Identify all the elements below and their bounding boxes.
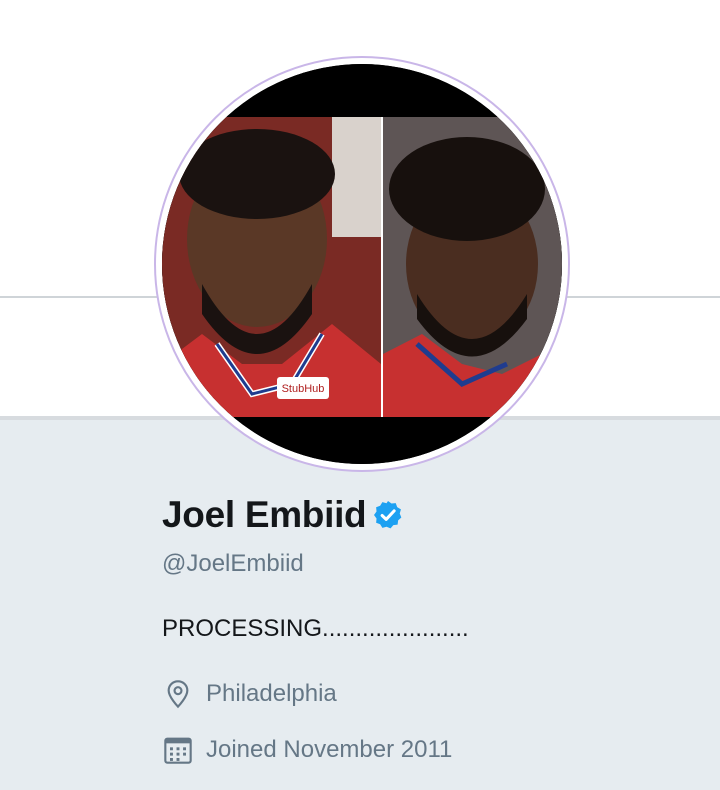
profile-handle[interactable]: @JoelEmbiid [162, 550, 304, 578]
profile-avatar[interactable]: StubHub [154, 56, 570, 472]
verified-badge-icon [372, 499, 404, 531]
jersey-sponsor-text: StubHub [282, 383, 325, 395]
joined-text: Joined November 2011 [206, 736, 453, 763]
location-pin-icon [167, 680, 189, 709]
avatar-image: StubHub [162, 64, 562, 464]
name-row: Joel Embiid [162, 494, 404, 536]
joined-row: Joined November 2011 [162, 734, 452, 766]
location-row: Philadelphia [162, 678, 337, 710]
location-text: Philadelphia [206, 680, 337, 707]
avatar-photo-collage: StubHub [162, 64, 562, 464]
display-name: Joel Embiid [162, 494, 367, 535]
profile-bio: PROCESSING...................... [162, 615, 469, 642]
calendar-icon [164, 737, 192, 764]
